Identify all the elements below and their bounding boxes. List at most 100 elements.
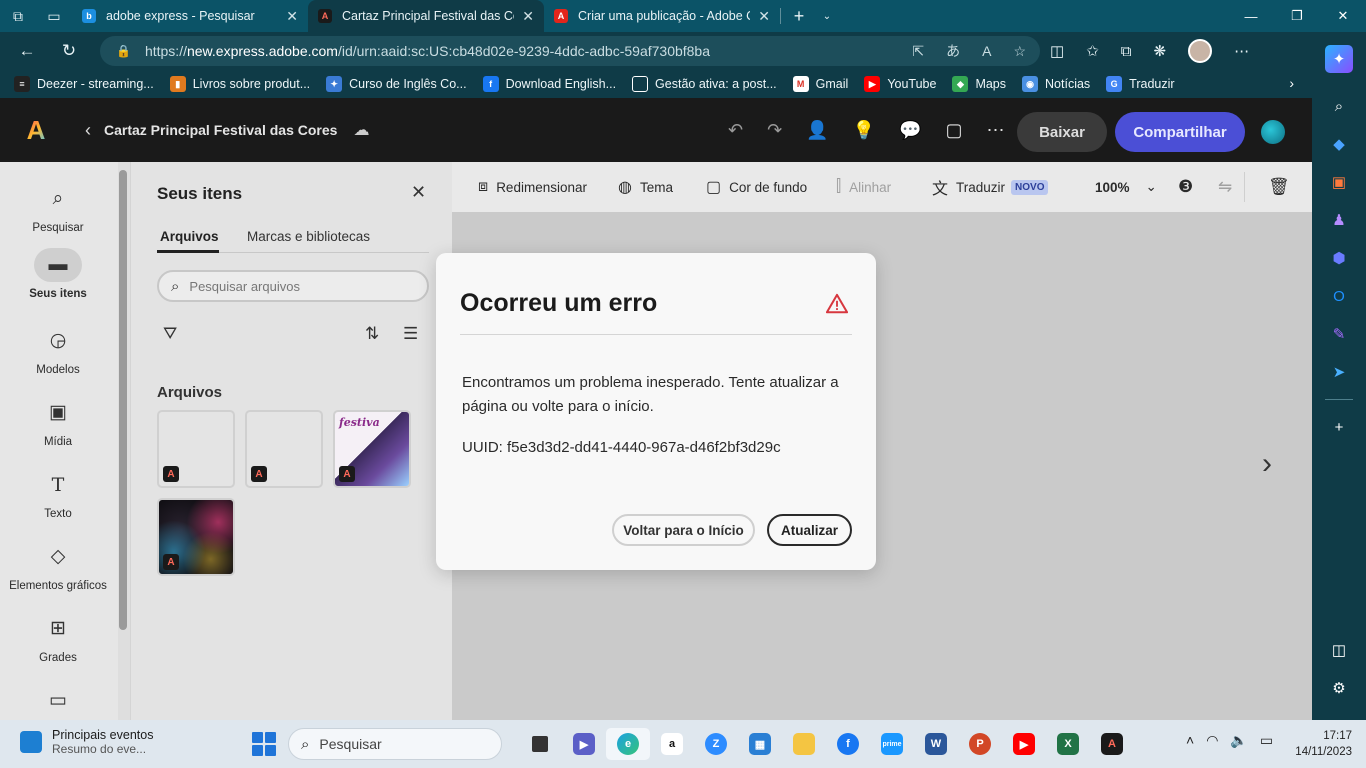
lock-icon[interactable]: 🔒 [116, 44, 131, 58]
search-icon[interactable]: ⌕ [1325, 92, 1353, 120]
excel-icon[interactable]: X [1046, 728, 1090, 760]
shopping-tag-icon[interactable]: ◆ [1325, 130, 1353, 158]
align-button[interactable]: ⫿ Alinhar [836, 162, 891, 212]
teams-chat-icon[interactable]: ▶ [562, 728, 606, 760]
chevron-right-icon[interactable]: › [1289, 75, 1294, 91]
close-tab-icon[interactable]: ✕ [286, 8, 298, 25]
filter-icon[interactable]: ⛛ [163, 324, 177, 344]
tab-criar-publicacao[interactable]: A Criar uma publicação - Adobe Cr ✕ [544, 0, 780, 32]
rail-item-seus-itens[interactable]: ▬ Seus itens [0, 248, 116, 300]
battery-icon[interactable]: ▭ [1260, 732, 1273, 749]
outlook-icon[interactable]: O [1325, 282, 1353, 310]
chevron-up-icon[interactable]: ˄ [1186, 732, 1194, 749]
extensions-icon[interactable]: ❋ [1153, 42, 1166, 60]
workspaces-icon[interactable]: ⧉ [0, 0, 36, 32]
rail-item-pesquisar[interactable]: ⌕ Pesquisar [0, 182, 116, 234]
refresh-icon[interactable]: ↻ [48, 32, 90, 70]
rail-item-grades[interactable]: ⊞ Grades [0, 612, 116, 664]
profile-avatar[interactable] [1188, 39, 1213, 63]
back-icon[interactable]: ← [6, 32, 48, 70]
adjust-icon[interactable]: ⇋ [1218, 162, 1232, 212]
office-icon[interactable]: ⬢ [1325, 244, 1353, 272]
clock[interactable]: 17:17 14/11/2023 [1290, 728, 1352, 760]
store-icon[interactable]: ▦ [738, 728, 782, 760]
bookmark-deezer[interactable]: ≡ Deezer - streaming... [14, 76, 154, 92]
more-options-icon[interactable]: ⋯ [1234, 42, 1249, 60]
tab-adobe-search[interactable]: b adobe express - Pesquisar ✕ [72, 0, 308, 32]
bookmark-maps[interactable]: ◆ Maps [952, 76, 1006, 92]
search-files-input[interactable]: ⌕ Pesquisar arquivos [157, 270, 429, 302]
refresh-button[interactable]: Atualizar [767, 514, 852, 546]
back-to-home-button[interactable]: Voltar para o Início [612, 514, 755, 546]
close-icon[interactable]: ✕ [411, 182, 426, 203]
redo-icon[interactable]: ↷ [767, 120, 782, 141]
background-color-button[interactable]: ▢ Cor de fundo [706, 162, 807, 212]
taskbar-search[interactable]: ⌕ Pesquisar [288, 728, 502, 760]
tab-arquivos[interactable]: Arquivos [160, 229, 219, 244]
settings-gear-icon[interactable]: ⚙ [1325, 674, 1353, 702]
word-icon[interactable]: W [914, 728, 958, 760]
url-field[interactable]: 🔒 https://new.express.adobe.com/id/urn:a… [100, 36, 1040, 66]
cloud-sync-icon[interactable]: ☁ [353, 120, 369, 140]
rail-item-midia[interactable]: ▣ Mídia [0, 396, 116, 448]
sort-icon[interactable]: ⇅ [365, 324, 379, 344]
toolbox-icon[interactable]: ▣ [1325, 168, 1353, 196]
tab-marcas-bibliotecas[interactable]: Marcas e bibliotecas [247, 229, 370, 244]
translate-page-icon[interactable]: あ [946, 41, 960, 61]
close-tab-icon[interactable]: ✕ [758, 8, 770, 25]
present-icon[interactable]: ▢ [945, 120, 962, 141]
translate-button[interactable]: 文 Traduzir NOVO [932, 162, 1049, 212]
tab-actions-icon[interactable]: ▭ [36, 0, 72, 32]
bookmark-curso-ingles[interactable]: ✦ Curso de Inglês Co... [326, 76, 467, 92]
collections-icon[interactable]: ⧉ [1121, 43, 1132, 60]
close-window-icon[interactable]: ✕ [1320, 0, 1366, 32]
user-avatar[interactable] [1261, 120, 1285, 144]
theme-button[interactable]: ◍ Tema [618, 162, 673, 212]
amazon-icon[interactable]: a [650, 728, 694, 760]
list-view-icon[interactable]: ☰ [403, 324, 418, 344]
adobe-express-icon[interactable]: A [1090, 728, 1134, 760]
download-button[interactable]: Baixar [1017, 112, 1107, 152]
games-icon[interactable]: ♟ [1325, 206, 1353, 234]
copilot-icon[interactable]: ✦ [1325, 45, 1353, 73]
split-screen-icon[interactable]: ◫ [1050, 42, 1064, 60]
resize-button[interactable]: ⧈ Redimensionar [478, 162, 587, 212]
youtube-icon[interactable]: ▶ [1002, 728, 1046, 760]
invite-user-icon[interactable]: 👤 [806, 120, 828, 141]
file-thumbnail[interactable]: A [157, 410, 235, 488]
more-icon[interactable]: ⋯ [986, 120, 1004, 141]
favorite-star-icon[interactable]: ☆ [1013, 43, 1026, 60]
read-aloud-icon[interactable]: A [982, 43, 991, 59]
bookmark-download-english[interactable]: f Download English... [482, 76, 616, 92]
bookmark-noticias[interactable]: ◉ Notícias [1022, 76, 1090, 92]
file-thumbnail[interactable]: A [157, 498, 235, 576]
document-title[interactable]: Cartaz Principal Festival das Cores [104, 122, 337, 138]
volume-icon[interactable]: 🔈 [1230, 732, 1247, 749]
file-explorer-icon[interactable] [782, 728, 826, 760]
prime-video-icon[interactable]: prime [870, 728, 914, 760]
facebook-icon[interactable]: f [826, 728, 870, 760]
rail-item-modelos[interactable]: ◶ Modelos [0, 324, 116, 376]
open-app-icon[interactable]: ⇱ [912, 43, 924, 60]
hide-sidebar-icon[interactable]: ◫ [1325, 636, 1353, 664]
rail-item-more[interactable]: ▭ [0, 684, 116, 724]
bookmark-gmail[interactable]: M Gmail [792, 76, 848, 92]
chevron-left-icon[interactable]: ‹ [72, 120, 104, 141]
designer-icon[interactable]: ✎ [1325, 320, 1353, 348]
minimize-icon[interactable]: — [1228, 0, 1274, 32]
favorites-icon[interactable]: ✩ [1086, 42, 1099, 60]
adobe-express-logo[interactable]: A [0, 98, 72, 162]
edge-icon[interactable]: e [606, 728, 650, 760]
rail-item-texto[interactable]: T Texto [0, 468, 116, 520]
widgets-button[interactable]: Principais eventos Resumo do eve... [20, 728, 153, 756]
restore-icon[interactable]: ❐ [1274, 0, 1320, 32]
zoom-select[interactable]: 100% ⌄ [1095, 162, 1157, 212]
rail-item-elementos-graficos[interactable]: ◇ Elementos gráficos [0, 540, 116, 592]
lightbulb-icon[interactable]: 💡 [853, 120, 875, 141]
file-thumbnail[interactable]: festiva A [333, 410, 411, 488]
close-tab-icon[interactable]: ✕ [522, 8, 534, 25]
layers-icon[interactable]: ❸ [1178, 162, 1193, 212]
send-icon[interactable]: ➤ [1325, 358, 1353, 386]
add-icon[interactable]: + [1325, 413, 1353, 441]
undo-icon[interactable]: ↶ [728, 120, 743, 141]
